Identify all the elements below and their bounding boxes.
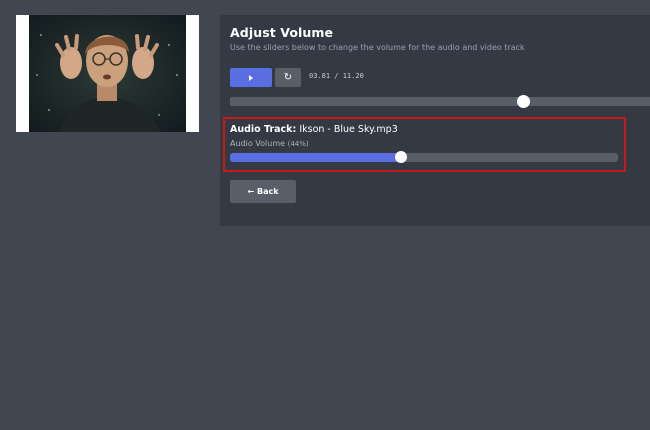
back-button[interactable]: ← Back bbox=[230, 180, 296, 203]
page-subtitle: Use the sliders below to change the volu… bbox=[230, 43, 525, 52]
play-button[interactable] bbox=[230, 68, 272, 87]
page-title: Adjust Volume bbox=[230, 25, 334, 40]
video-thumbnail bbox=[16, 15, 199, 132]
video-thumbnail-image bbox=[29, 15, 186, 132]
restart-icon: ↻ bbox=[283, 72, 293, 83]
seek-slider-thumb[interactable] bbox=[516, 95, 530, 108]
restart-button[interactable]: ↻ bbox=[275, 68, 301, 87]
back-arrow-icon: ← bbox=[247, 187, 255, 196]
back-button-label: Back bbox=[256, 187, 279, 196]
playback-time: 03.81 / 11.20 bbox=[309, 72, 364, 80]
play-icon bbox=[249, 74, 253, 81]
audio-track-highlight-box bbox=[223, 117, 626, 172]
seek-slider[interactable] bbox=[230, 95, 650, 108]
